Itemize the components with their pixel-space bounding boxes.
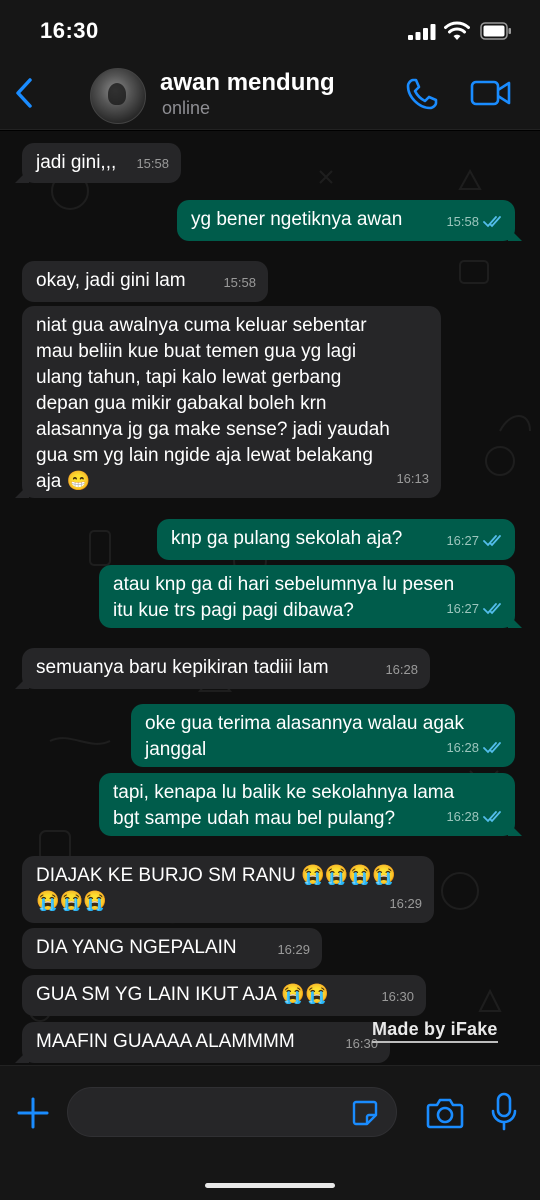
message-time: 16:27 [446, 601, 479, 616]
chat-header: awan mendung online [0, 60, 540, 130]
cellular-signal-icon [408, 24, 436, 40]
message-time: 15:58 [136, 156, 169, 171]
message-meta: 16:28 [446, 735, 503, 761]
message-outgoing[interactable]: atau knp ga di hari sebelumnya lu pesen … [99, 565, 515, 628]
message-text: DIAJAK KE BURJO SM RANU 😭😭😭😭 😭😭😭 [36, 865, 396, 912]
message-meta: 15:58 [136, 151, 169, 177]
message-incoming[interactable]: DIA YANG NGEPALAIN 16:29 [22, 928, 322, 969]
message-meta: 16:27 [446, 528, 503, 554]
message-text: GUA SM YG LAIN IKUT AJA 😭😭 [36, 984, 329, 1005]
status-time: 16:30 [40, 18, 99, 43]
message-incoming[interactable]: semuanya baru kepikiran tadiii lam 16:28 [22, 648, 430, 689]
home-indicator[interactable] [205, 1183, 335, 1188]
read-receipt-icon [483, 603, 501, 615]
phone-icon[interactable] [404, 76, 440, 112]
read-receipt-icon [483, 742, 501, 754]
message-time: 15:58 [223, 275, 256, 290]
sticker-icon[interactable] [351, 1099, 379, 1127]
contact-avatar[interactable] [90, 68, 146, 124]
message-time: 16:28 [385, 662, 418, 677]
message-meta: 15:58 [446, 209, 503, 235]
message-meta: 16:30 [381, 984, 414, 1010]
message-list[interactable]: jadi gini,,, 15:58 yg bener ngetiknya aw… [0, 131, 540, 1065]
message-text: MAAFIN GUAAAA ALAMMMM [36, 1031, 295, 1052]
message-time: 16:13 [396, 471, 429, 486]
message-composer [0, 1065, 540, 1200]
message-time: 16:27 [446, 533, 479, 548]
read-receipt-icon [483, 535, 501, 547]
message-time: 15:58 [446, 214, 479, 229]
camera-icon[interactable] [426, 1096, 464, 1130]
message-text: tapi, kenapa lu balik ke sekolahnya lama… [113, 782, 455, 829]
contact-name[interactable]: awan mendung [160, 69, 335, 97]
message-text: niat gua awalnya cuma keluar sebentar ma… [36, 315, 390, 492]
message-meta: 16:28 [446, 804, 503, 830]
message-incoming[interactable]: DIAJAK KE BURJO SM RANU 😭😭😭😭 😭😭😭 16:29 [22, 856, 434, 923]
message-meta: 15:58 [223, 270, 256, 296]
message-time: 16:30 [381, 989, 414, 1004]
message-time: 16:29 [277, 942, 310, 957]
video-camera-icon[interactable] [470, 78, 512, 108]
message-time: 16:28 [446, 809, 479, 824]
read-receipt-icon [483, 216, 501, 228]
message-time: 16:29 [389, 896, 422, 911]
message-time: 16:28 [446, 740, 479, 755]
message-incoming[interactable]: GUA SM YG LAIN IKUT AJA 😭😭 16:30 [22, 975, 426, 1016]
message-meta: 16:13 [396, 466, 429, 492]
message-meta: 16:29 [277, 937, 310, 963]
message-outgoing[interactable]: knp ga pulang sekolah aja? 16:27 [157, 519, 515, 560]
message-text: DIA YANG NGEPALAIN [36, 937, 237, 958]
message-outgoing[interactable]: tapi, kenapa lu balik ke sekolahnya lama… [99, 773, 515, 836]
status-bar: 16:30 [0, 0, 540, 60]
watermark: Made by iFake [372, 1019, 498, 1043]
contact-status: online [162, 98, 211, 118]
message-meta: 16:28 [385, 657, 418, 683]
read-receipt-icon [483, 811, 501, 823]
back-chevron-icon[interactable] [10, 74, 40, 112]
wifi-icon [444, 21, 470, 40]
message-meta: 16:29 [389, 891, 422, 917]
battery-icon [480, 22, 511, 40]
message-incoming[interactable]: MAAFIN GUAAAA ALAMMMM 16:30 [22, 1022, 390, 1063]
message-incoming[interactable]: jadi gini,,, 15:58 [22, 143, 181, 183]
message-text: semuanya baru kepikiran tadiii lam [36, 657, 329, 678]
message-text: atau knp ga di hari sebelumnya lu pesen … [113, 574, 455, 621]
message-meta: 16:27 [446, 596, 503, 622]
message-incoming[interactable]: niat gua awalnya cuma keluar sebentar ma… [22, 306, 441, 498]
message-incoming[interactable]: okay, jadi gini lam 15:58 [22, 261, 268, 302]
message-outgoing[interactable]: yg bener ngetiknya awan 15:58 [177, 200, 515, 241]
message-input[interactable] [67, 1087, 397, 1137]
message-outgoing[interactable]: oke gua terima alasannya walau agak jang… [131, 704, 515, 767]
microphone-icon[interactable] [491, 1092, 517, 1132]
plus-icon[interactable] [16, 1096, 50, 1130]
